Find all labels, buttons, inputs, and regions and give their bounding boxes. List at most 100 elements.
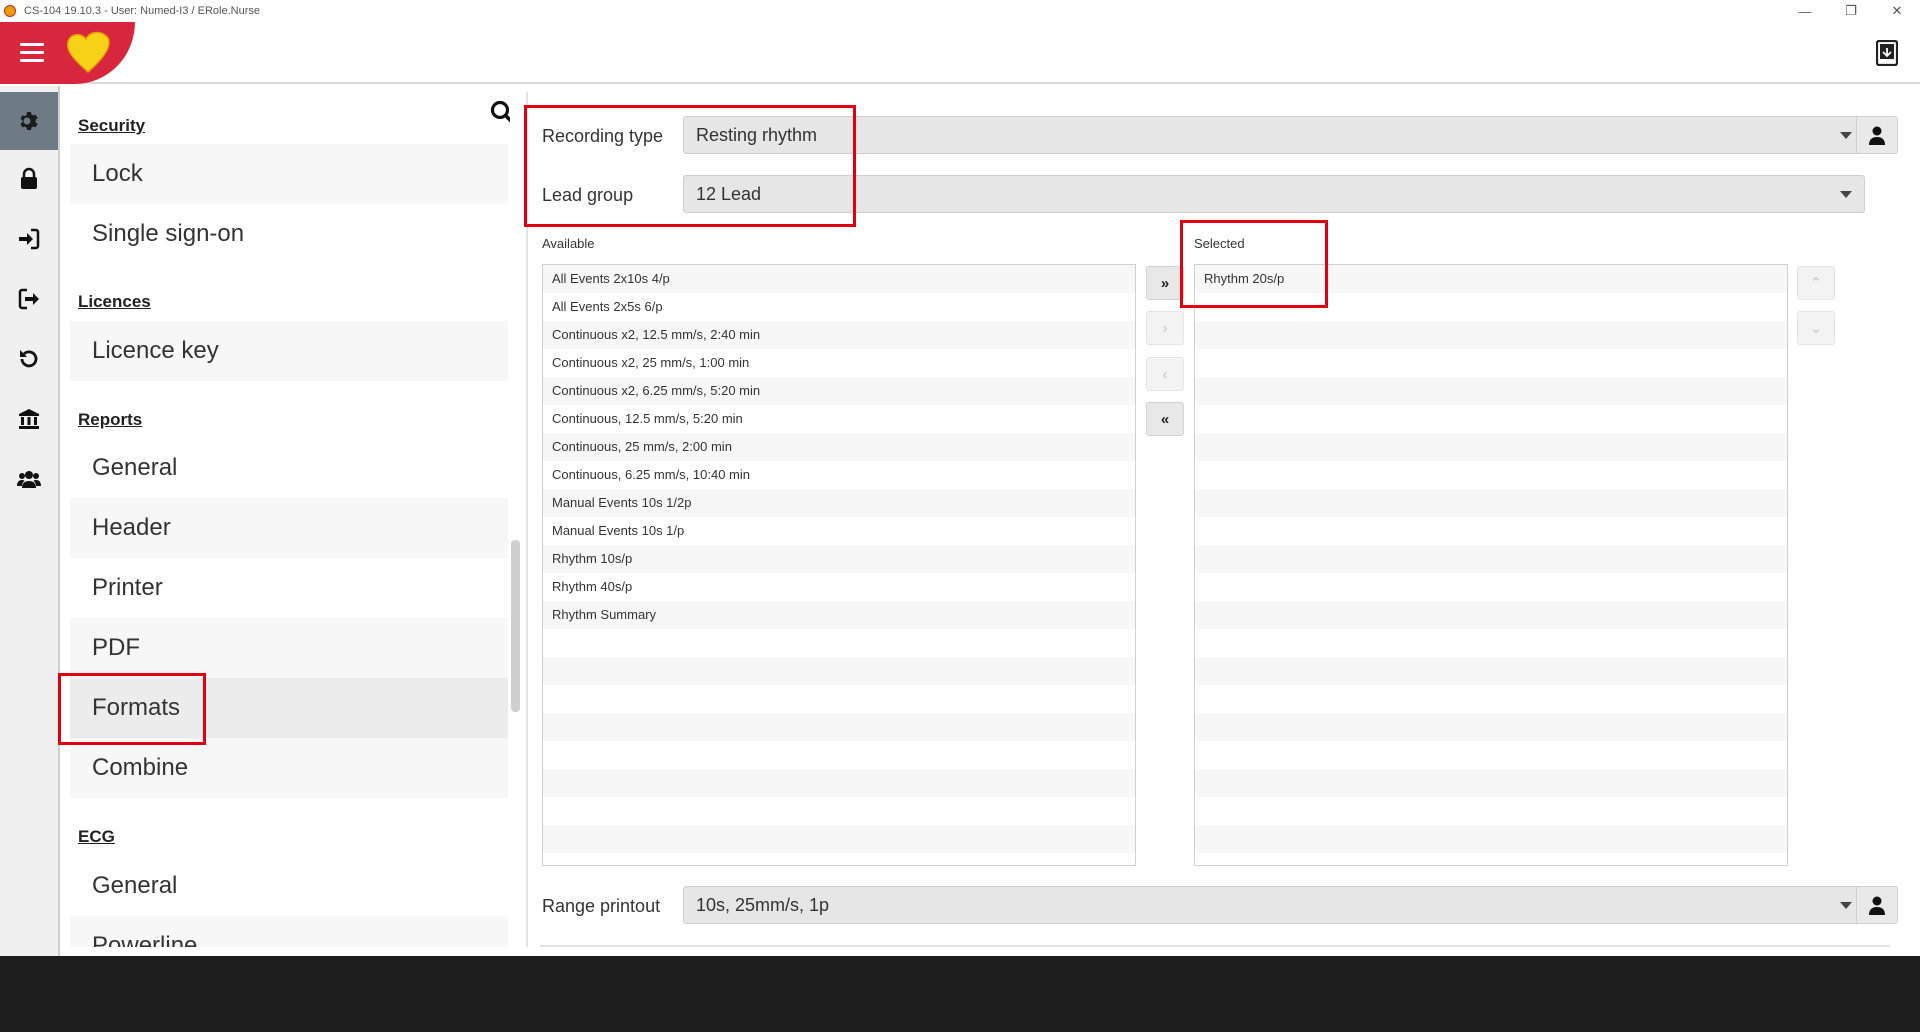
nav-item-general[interactable]: General: [70, 438, 508, 498]
empty-list-row: [1195, 797, 1787, 825]
user-icon: [1869, 126, 1885, 145]
range-printout-label: Range printout: [542, 896, 661, 916]
nav-item-header[interactable]: Header: [70, 498, 508, 558]
empty-list-row: [543, 825, 1135, 853]
undo-icon: [20, 350, 38, 368]
available-list-item[interactable]: Rhythm Summary: [543, 601, 1135, 629]
available-list-item[interactable]: All Events 2x10s 4/p: [543, 265, 1135, 293]
empty-list-row: [543, 853, 1135, 865]
range-printout-select[interactable]: 10s, 25mm/s, 1p: [683, 886, 1865, 924]
chevron-down-icon: [1840, 191, 1852, 198]
available-list-item[interactable]: Continuous, 6.25 mm/s, 10:40 min: [543, 461, 1135, 489]
available-list-item[interactable]: Manual Events 10s 1/p: [543, 517, 1135, 545]
remove-button[interactable]: ‹: [1146, 357, 1184, 391]
nav-item-lock[interactable]: Lock: [70, 144, 508, 204]
title-bar: CS-104 19.10.3 - User: Numed-I3 / ERole.…: [0, 0, 1920, 22]
nav-item-single-sign-on[interactable]: Single sign-on: [70, 204, 508, 264]
range-printout-user-button[interactable]: [1856, 886, 1898, 924]
nav-scrollbar[interactable]: [511, 540, 520, 712]
available-list-item[interactable]: Rhythm 10s/p: [543, 545, 1135, 573]
lead-group-label: Lead group: [542, 185, 634, 205]
available-list-item[interactable]: Continuous x2, 6.25 mm/s, 5:20 min: [543, 377, 1135, 405]
selected-list[interactable]: Rhythm 20s/p: [1194, 264, 1788, 866]
rail-settings[interactable]: [0, 92, 58, 150]
empty-list-row: [1195, 405, 1787, 433]
lead-group-value: 12 Lead: [696, 183, 762, 204]
move-up-button[interactable]: ⌃: [1797, 266, 1835, 300]
nav-item-ecg-general[interactable]: General: [70, 856, 508, 916]
nav-section-reports: Reports: [78, 410, 143, 429]
available-list-item[interactable]: Manual Events 10s 1/2p: [543, 489, 1135, 517]
empty-list-row: [1195, 461, 1787, 489]
empty-list-row: [543, 741, 1135, 769]
rail-sign-out[interactable]: [0, 270, 58, 328]
recording-type-select[interactable]: Resting rhythm: [683, 116, 1865, 154]
nav-item-licence-key[interactable]: Licence key: [70, 321, 508, 381]
gear-icon: [20, 112, 38, 130]
heart-logo-icon: [66, 31, 110, 73]
rail-sign-in[interactable]: [0, 210, 58, 268]
app-header: [0, 22, 1920, 84]
nav-item-formats[interactable]: Formats: [70, 678, 508, 738]
empty-list-row: [1195, 601, 1787, 629]
remove-all-button[interactable]: «: [1146, 402, 1184, 436]
chevron-down-icon: [1840, 902, 1852, 909]
available-label: Available: [542, 236, 595, 251]
empty-list-row: [1195, 489, 1787, 517]
recording-type-label: Recording type: [542, 126, 664, 146]
empty-list-row: [1195, 321, 1787, 349]
icon-rail: [0, 86, 60, 956]
add-all-button[interactable]: »: [1146, 266, 1184, 300]
nav-divider: [526, 92, 528, 947]
nav-item-printer[interactable]: Printer: [70, 558, 508, 618]
empty-list-row: [1195, 741, 1787, 769]
users-icon: [17, 471, 41, 488]
empty-list-row: [1195, 293, 1787, 321]
available-list-item[interactable]: All Events 2x5s 6/p: [543, 293, 1135, 321]
selected-list-item[interactable]: Rhythm 20s/p: [1195, 265, 1787, 293]
nav-section-licences: Licences: [78, 292, 151, 311]
empty-list-row: [543, 629, 1135, 657]
settings-nav: Security Lock Single sign-on Licences Li…: [70, 92, 510, 947]
tablet-icon[interactable]: [1876, 40, 1898, 66]
rail-users[interactable]: [0, 450, 58, 508]
nav-item-combine[interactable]: Combine: [70, 738, 508, 798]
nav-item-pdf[interactable]: PDF: [70, 618, 508, 678]
rail-institution[interactable]: [0, 390, 58, 448]
range-printout-value: 10s, 25mm/s, 1p: [696, 894, 830, 915]
window-title: CS-104 19.10.3 - User: Numed-I3 / ERole.…: [24, 5, 260, 17]
lead-group-select[interactable]: 12 Lead: [683, 175, 1865, 213]
hamburger-icon[interactable]: [20, 43, 44, 63]
empty-list-row: [543, 797, 1135, 825]
available-list-item[interactable]: Continuous x2, 12.5 mm/s, 2:40 min: [543, 321, 1135, 349]
available-list-item[interactable]: Continuous, 12.5 mm/s, 5:20 min: [543, 405, 1135, 433]
institution-icon: [19, 409, 39, 429]
rail-lock[interactable]: [0, 150, 58, 208]
recording-type-value: Resting rhythm: [696, 124, 818, 145]
taskbar-area: [0, 956, 1920, 1032]
empty-list-row: [1195, 573, 1787, 601]
lock-icon: [21, 167, 37, 189]
sign-out-icon: [18, 288, 39, 310]
empty-list-row: [1195, 853, 1787, 865]
close-button[interactable]: ✕: [1874, 0, 1920, 22]
move-down-button[interactable]: ⌄: [1797, 311, 1835, 345]
available-list-item[interactable]: Continuous, 25 mm/s, 2:00 min: [543, 433, 1135, 461]
rail-undo[interactable]: [0, 330, 58, 388]
nav-item-powerline[interactable]: Powerline: [70, 916, 508, 947]
recording-type-user-button[interactable]: [1856, 116, 1898, 154]
empty-list-row: [1195, 545, 1787, 573]
empty-list-row: [543, 713, 1135, 741]
chevron-down-icon: [1840, 132, 1852, 139]
add-button[interactable]: ›: [1146, 311, 1184, 345]
empty-list-row: [1195, 685, 1787, 713]
formats-panel: Recording type Resting rhythm Lead group…: [530, 92, 1920, 952]
search-icon[interactable]: [490, 100, 510, 126]
restore-button[interactable]: ❐: [1828, 0, 1874, 22]
nav-section-security: Security: [78, 116, 146, 135]
available-list[interactable]: All Events 2x10s 4/p All Events 2x5s 6/p C…: [542, 264, 1136, 866]
minimize-button[interactable]: —: [1782, 0, 1828, 22]
available-list-item[interactable]: Rhythm 40s/p: [543, 573, 1135, 601]
available-list-item[interactable]: Continuous x2, 25 mm/s, 1:00 min: [543, 349, 1135, 377]
empty-list-row: [1195, 629, 1787, 657]
